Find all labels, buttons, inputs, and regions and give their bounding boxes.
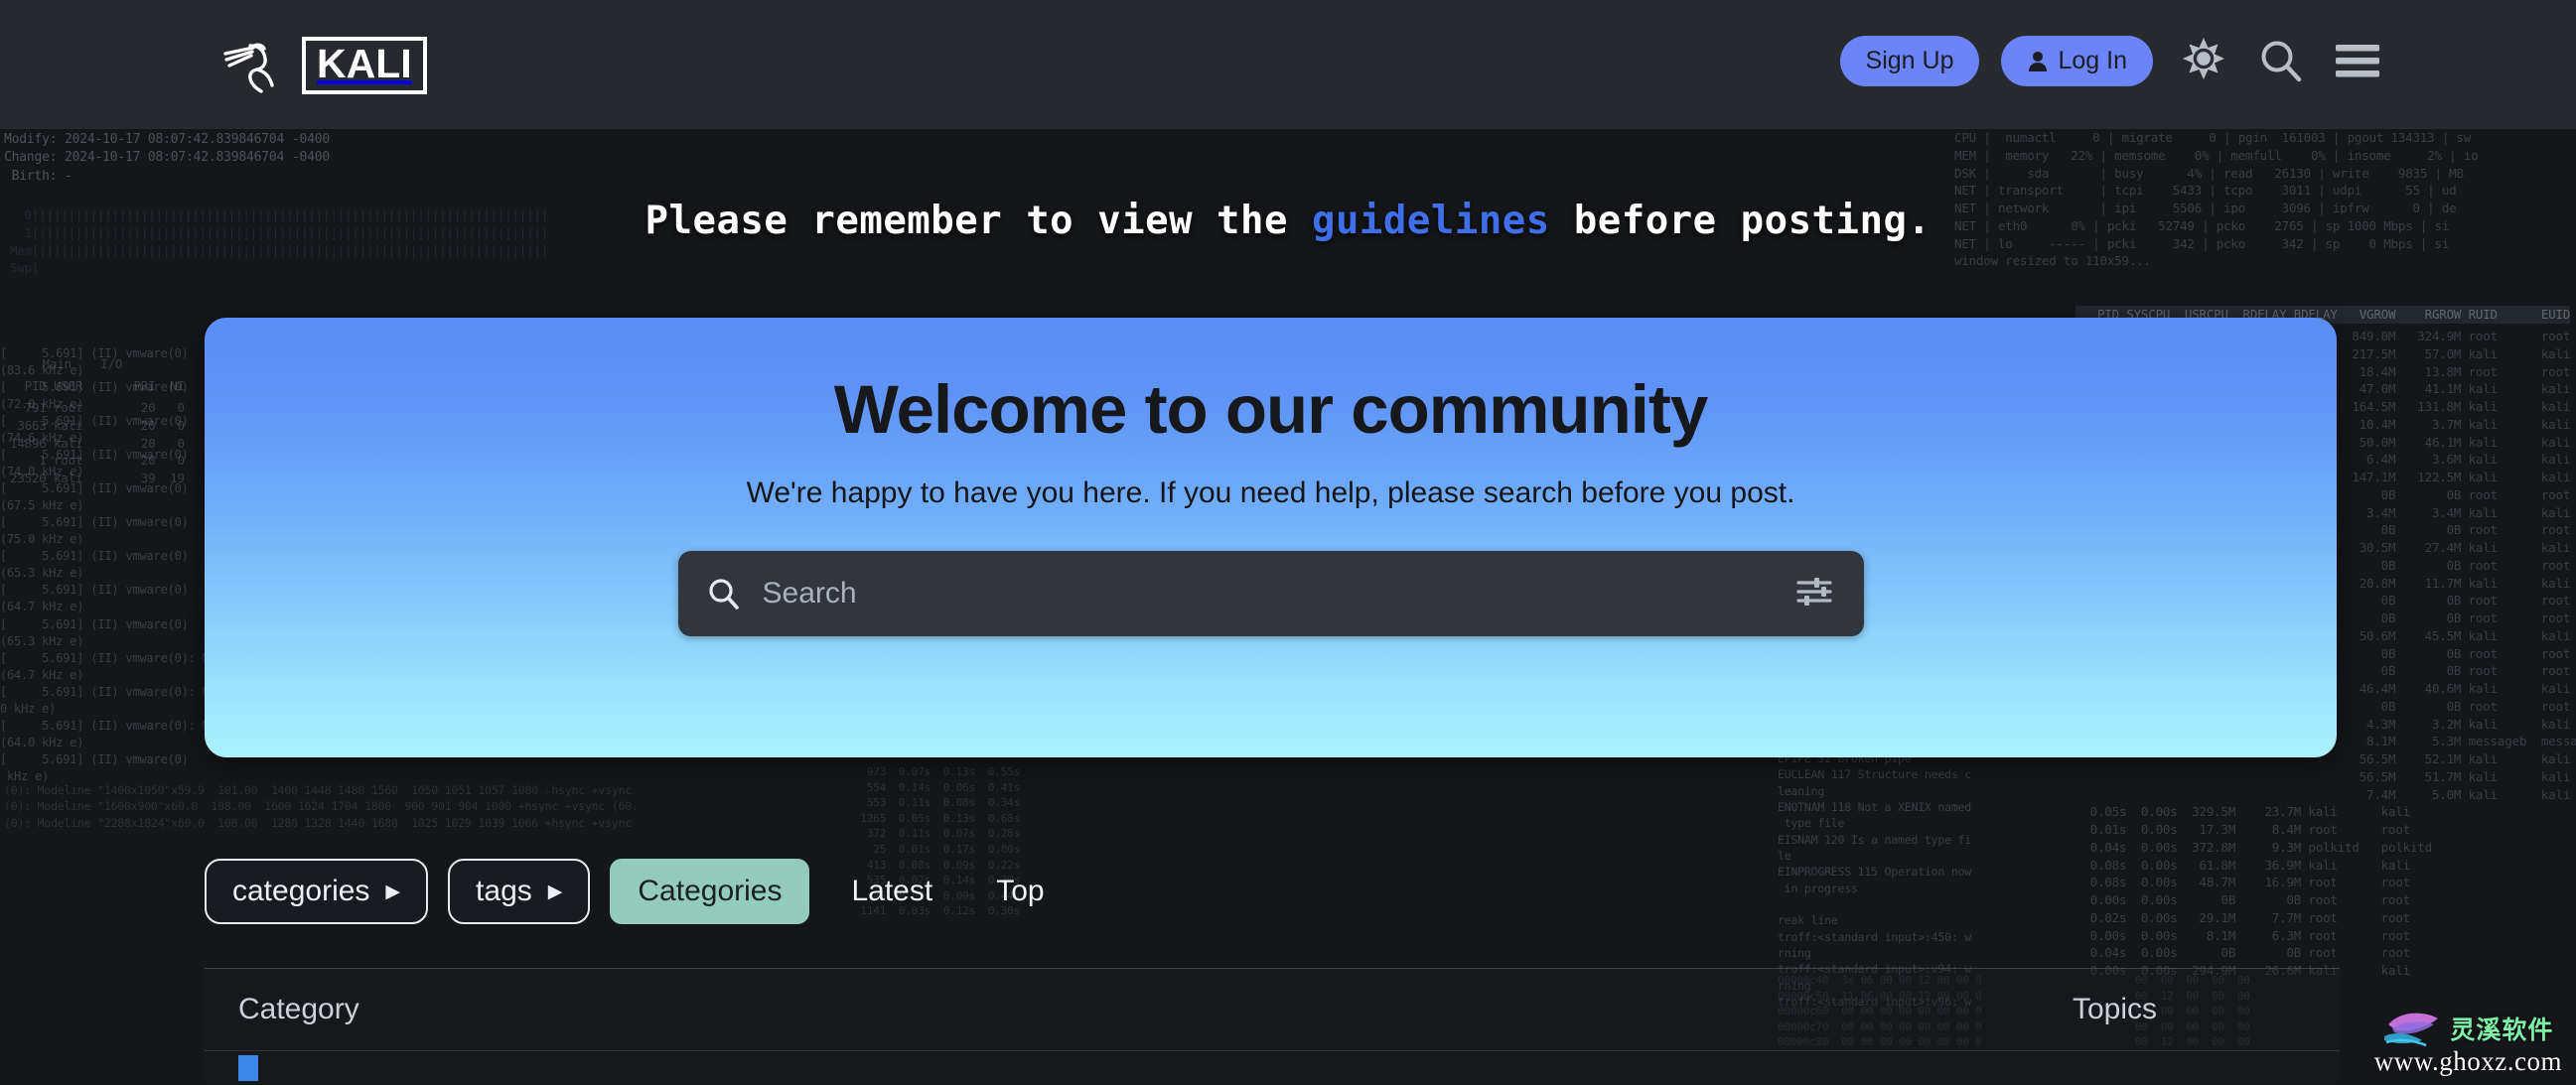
hero-search-bar[interactable] [677, 550, 1864, 636]
log-in-label: Log In [2058, 46, 2127, 74]
banner-suffix: before posting. [1549, 199, 1932, 243]
column-header-category: Category [238, 993, 359, 1025]
guidelines-banner: Please remember to view the guidelines b… [0, 199, 2576, 243]
categories-dropdown-label: categories [232, 875, 370, 907]
header-actions: Sign Up Log In [1839, 32, 2385, 89]
chevron-right-icon: ▶ [547, 881, 563, 902]
category-color-swatch [238, 1055, 258, 1081]
sliders-filter-icon [1795, 578, 1832, 607]
hero-title: Welcome to our community [833, 371, 1709, 448]
sign-up-button[interactable]: Sign Up [1839, 35, 1980, 86]
hamburger-menu-icon [2336, 45, 2379, 77]
column-header-topics: Topics [2072, 993, 2157, 1025]
site-logo[interactable]: KALI [220, 36, 427, 95]
search-icon [2261, 41, 2302, 82]
bg-xorg-log: [ 5.691] (II) vmware(0) (83.6 kHz e) [ 5… [0, 346, 223, 783]
sun-icon [2183, 38, 2224, 79]
search-input[interactable] [762, 576, 1790, 610]
tab-latest[interactable]: Latest [829, 859, 954, 924]
search-icon [708, 579, 739, 610]
chevron-right-icon: ▶ [385, 881, 401, 902]
banner-prefix: Please remember to view the [644, 199, 1312, 243]
guidelines-link[interactable]: guidelines [1312, 199, 1550, 243]
bg-stat-output: Modify: 2024-10-17 08:07:42.839846704 -0… [4, 132, 330, 184]
category-table: Category Topics [205, 968, 2340, 1084]
search-button[interactable] [2254, 34, 2308, 87]
logo-text: KALI [302, 37, 427, 94]
tab-categories[interactable]: Categories [610, 859, 810, 924]
hero-subtitle: We're happy to have you here. If you nee… [746, 475, 1795, 509]
sign-up-label: Sign Up [1865, 46, 1954, 74]
kali-dragon-icon [223, 43, 274, 93]
bg-modelines: (0): Modeline "1400x1050"x59.9 101.00 14… [4, 783, 639, 830]
user-icon [2029, 51, 2048, 71]
forum-nav-row: categories ▶ tags ▶ Categories Latest To… [205, 859, 1067, 924]
tags-dropdown-label: tags [476, 875, 532, 907]
search-filter-button[interactable] [1790, 571, 1838, 615]
log-in-button[interactable]: Log In [2001, 35, 2153, 86]
tags-dropdown[interactable]: tags ▶ [448, 859, 591, 924]
site-header: KALI Sign Up Log In [0, 0, 2576, 129]
hamburger-menu-button[interactable] [2330, 38, 2385, 83]
forum-page: Modify: 2024-10-17 08:07:42.839846704 -0… [0, 0, 2576, 1085]
welcome-hero-panel: Welcome to our community We're happy to … [205, 318, 2337, 757]
categories-dropdown[interactable]: categories ▶ [205, 859, 429, 924]
tab-top[interactable]: Top [974, 859, 1066, 924]
table-header-row: Category Topics [205, 969, 2340, 1050]
table-row[interactable] [205, 1050, 2340, 1084]
theme-toggle-button[interactable] [2175, 32, 2232, 89]
